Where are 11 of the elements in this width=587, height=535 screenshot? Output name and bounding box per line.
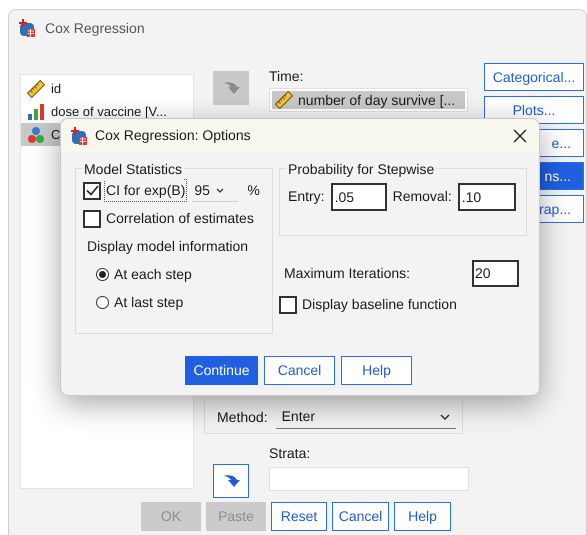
strata-label: Strata: (269, 444, 312, 463)
dialog-title: Cox Regression: Options (95, 126, 252, 145)
time-label: Time: (269, 67, 304, 86)
removal-label: Removal: (392, 187, 452, 206)
window-title: Cox Regression (45, 18, 145, 38)
method-label: Method: (217, 408, 268, 426)
time-variable: number of day survive [... (298, 90, 456, 110)
section-label: Display model information (87, 237, 250, 256)
max-iterations-label: Maximum Iterations: (284, 264, 412, 283)
entry-label: Entry: (288, 187, 325, 206)
percent-label: % (247, 181, 260, 200)
